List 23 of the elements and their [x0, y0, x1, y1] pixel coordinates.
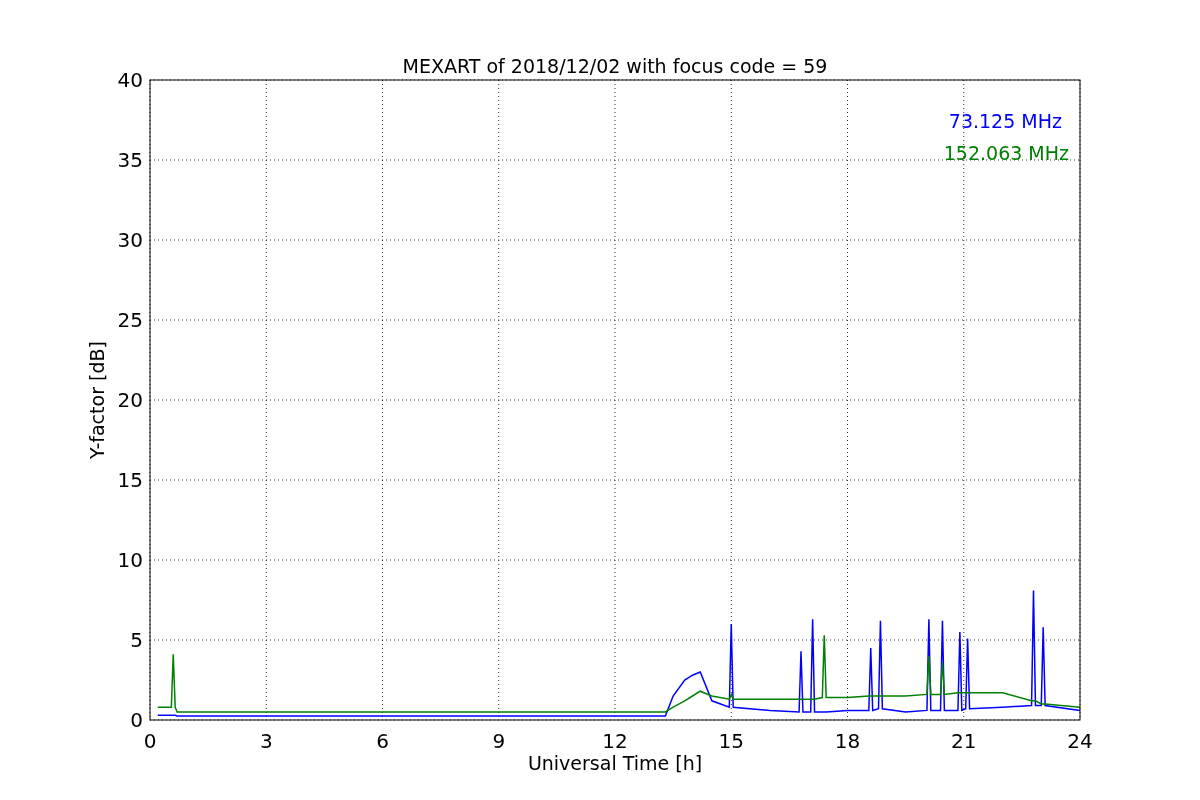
x-tick-label: 24	[1067, 729, 1093, 753]
legend-label: 152.063 MHz	[943, 142, 1069, 164]
x-axis-label: Universal Time [h]	[527, 752, 703, 774]
x-tick-label: 15	[718, 729, 744, 753]
y-tick-label: 0	[130, 708, 143, 732]
y-tick-label: 10	[117, 548, 143, 572]
x-tick-label: 9	[492, 729, 506, 753]
y-tick-label: 25	[117, 308, 143, 332]
y-tick-label: 5	[130, 628, 143, 652]
y-tick-label: 30	[117, 228, 143, 252]
x-tick-label: 3	[259, 729, 273, 753]
y-tick-label: 20	[117, 388, 143, 412]
x-tick-label: 12	[602, 729, 628, 753]
y-axis-label: Y-factor [dB]	[86, 341, 108, 459]
x-tick-label: 6	[376, 729, 389, 753]
y-tick-label: 15	[117, 468, 143, 492]
x-tick-label: 18	[834, 729, 861, 753]
y-tick-label: 35	[117, 148, 143, 172]
x-tick-label: 0	[143, 729, 157, 753]
chart-title: MEXART of 2018/12/02 with focus code = 59	[402, 55, 828, 77]
legend-label: 73.125 MHz	[948, 110, 1062, 132]
y-tick-label: 40	[117, 68, 143, 92]
x-tick-label: 21	[951, 729, 977, 753]
